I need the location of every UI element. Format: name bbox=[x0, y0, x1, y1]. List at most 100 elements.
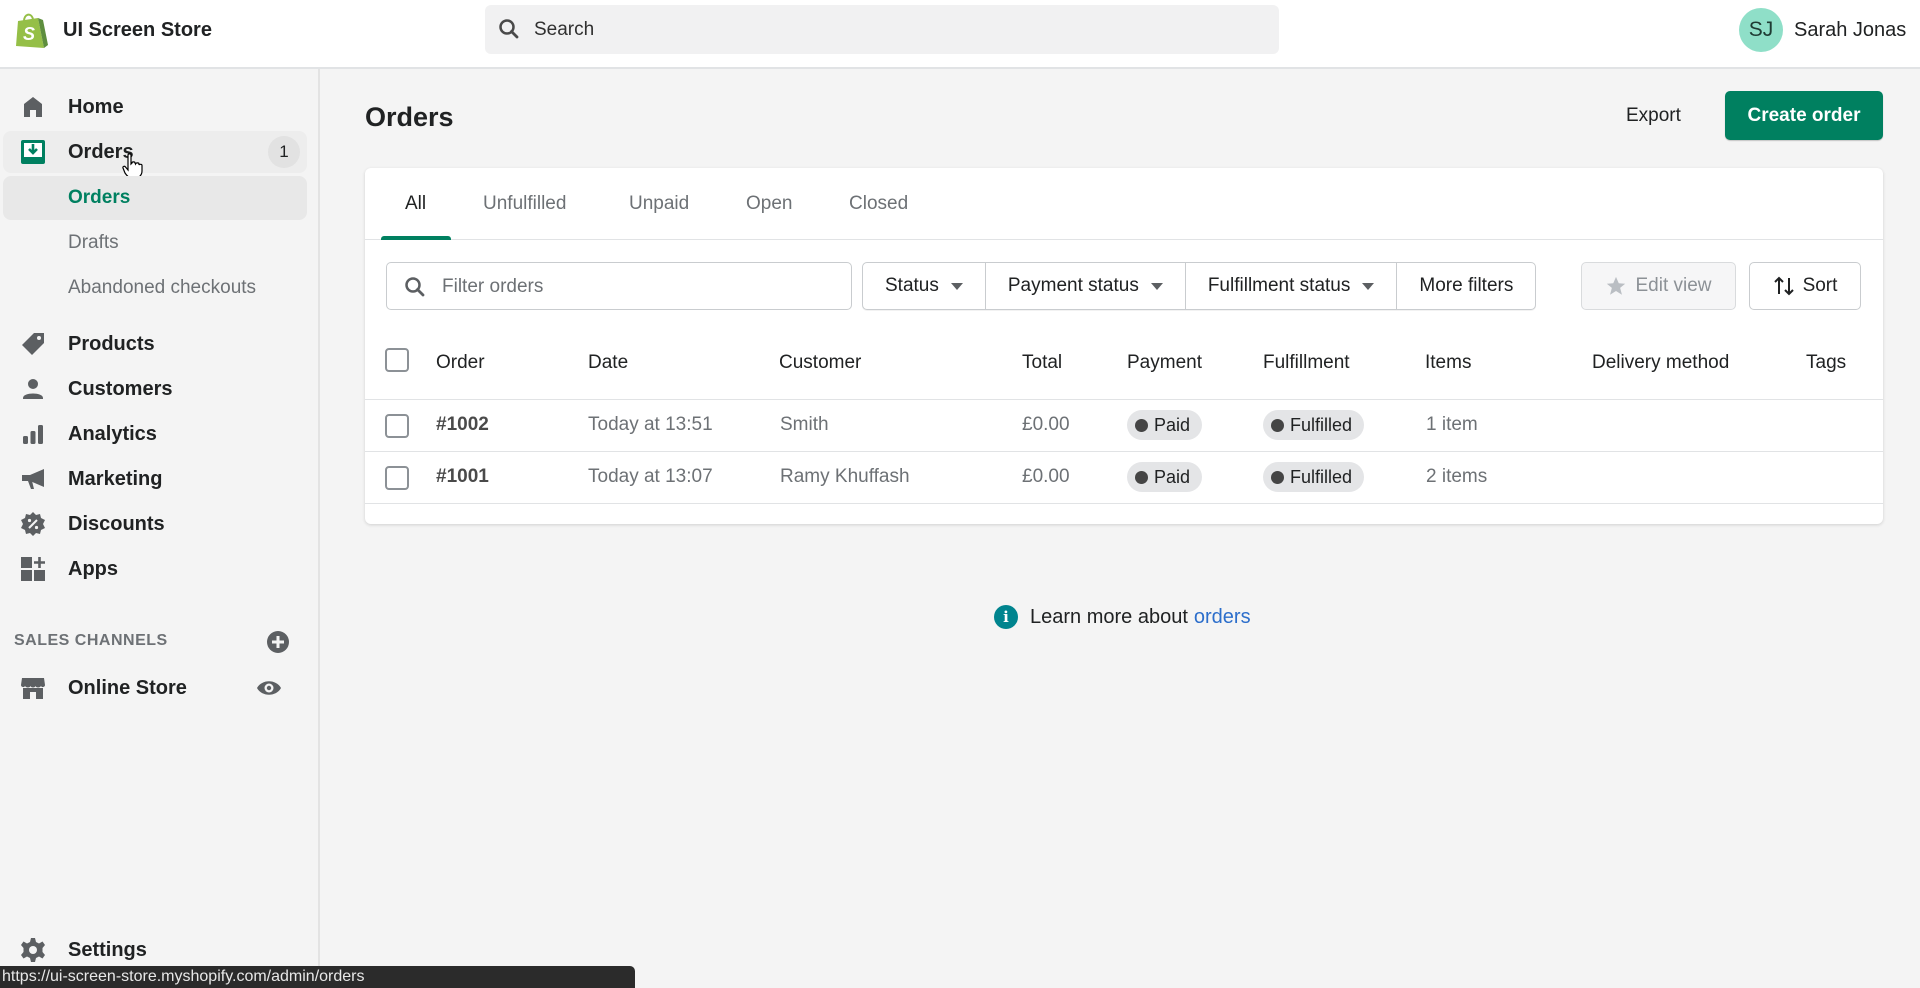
fulfillment-status-badge: Fulfilled bbox=[1263, 462, 1365, 492]
filter-orders-input[interactable]: Filter orders bbox=[386, 262, 852, 310]
payment-status-filter-button[interactable]: Payment status bbox=[986, 263, 1186, 309]
sidebar-item-discounts[interactable]: Discounts bbox=[0, 503, 310, 545]
sidebar-item-online-store[interactable]: Online Store bbox=[0, 667, 310, 709]
sidebar-item-settings[interactable]: Settings bbox=[0, 929, 310, 971]
more-filters-button[interactable]: More filters bbox=[1397, 263, 1535, 309]
sidebar-item-marketing[interactable]: Marketing bbox=[0, 458, 310, 500]
order-number[interactable]: #1002 bbox=[436, 414, 489, 436]
sidebar-item-label: Marketing bbox=[68, 467, 163, 490]
order-number[interactable]: #1001 bbox=[436, 466, 489, 488]
gear-icon bbox=[20, 937, 46, 963]
fulfillment-status-text: Fulfilled bbox=[1290, 414, 1353, 435]
order-total: £0.00 bbox=[1022, 466, 1070, 487]
caret-down-icon bbox=[1150, 282, 1163, 290]
search-placeholder: Search bbox=[534, 19, 595, 40]
filter-placeholder: Filter orders bbox=[442, 276, 544, 297]
row-checkbox[interactable] bbox=[385, 466, 409, 490]
edit-view-button[interactable]: Edit view bbox=[1581, 262, 1736, 310]
add-sales-channel-icon[interactable] bbox=[266, 630, 290, 654]
order-items[interactable]: 2 items bbox=[1426, 466, 1487, 488]
person-icon bbox=[20, 376, 46, 402]
page-title: Orders bbox=[365, 102, 454, 132]
sidebar-item-label: Home bbox=[68, 95, 124, 118]
fulfillment-status-filter-label: Fulfillment status bbox=[1207, 275, 1351, 296]
sort-button[interactable]: Sort bbox=[1749, 262, 1861, 310]
caret-down-icon bbox=[1362, 282, 1375, 290]
global-search-input[interactable]: Search bbox=[485, 5, 1279, 54]
user-name[interactable]: Sarah Jonas bbox=[1794, 19, 1906, 42]
payment-status-filter-label: Payment status bbox=[1007, 275, 1139, 296]
order-tabs: All Unfulfilled Unpaid Open Closed bbox=[365, 168, 1883, 240]
status-filter-label: Status bbox=[885, 275, 939, 296]
sidebar-item-label: Apps bbox=[68, 557, 118, 580]
sidebar-subitem-label: Drafts bbox=[68, 232, 119, 253]
status-filter-button[interactable]: Status bbox=[863, 263, 986, 309]
order-customer: Smith bbox=[780, 414, 829, 435]
status-dot-icon bbox=[1271, 418, 1284, 432]
star-icon bbox=[1607, 276, 1626, 295]
store-name[interactable]: UI Screen Store bbox=[63, 19, 212, 42]
sidebar-item-customers[interactable]: Customers bbox=[0, 368, 310, 410]
column-header-customer[interactable]: Customer bbox=[779, 352, 861, 374]
tab-all[interactable]: All bbox=[403, 168, 428, 240]
column-header-fulfillment[interactable]: Fulfillment bbox=[1263, 352, 1350, 374]
sidebar-subitem-label: Orders bbox=[68, 187, 131, 208]
order-items[interactable]: 1 item bbox=[1426, 414, 1478, 436]
sidebar-item-label: Settings bbox=[68, 938, 147, 961]
tag-icon bbox=[20, 331, 46, 357]
fulfillment-status-filter-button[interactable]: Fulfillment status bbox=[1186, 263, 1398, 309]
edit-view-label: Edit view bbox=[1635, 275, 1712, 296]
order-total: £0.00 bbox=[1022, 414, 1070, 435]
fulfillment-status-badge: Fulfilled bbox=[1263, 410, 1365, 440]
sidebar-item-products[interactable]: Products bbox=[0, 323, 310, 365]
sidebar-item-analytics[interactable]: Analytics bbox=[0, 413, 310, 455]
store-icon bbox=[20, 675, 46, 701]
learn-more-text: Learn more about bbox=[1030, 605, 1188, 628]
sidebar-subitem-orders[interactable]: Orders bbox=[3, 176, 307, 220]
tab-open[interactable]: Open bbox=[744, 168, 794, 240]
sidebar-item-label: Customers bbox=[68, 377, 173, 400]
export-button[interactable]: Export bbox=[1610, 93, 1697, 139]
view-store-eye-icon[interactable] bbox=[256, 678, 282, 698]
bar-chart-icon bbox=[20, 421, 46, 447]
column-header-date[interactable]: Date bbox=[588, 352, 628, 374]
sidebar-item-label: Products bbox=[68, 332, 155, 355]
filter-button-group: Status Payment status Fulfillment status… bbox=[862, 262, 1537, 310]
sidebar-item-apps[interactable]: Apps bbox=[0, 548, 310, 590]
column-header-order[interactable]: Order bbox=[436, 352, 485, 374]
column-header-total[interactable]: Total bbox=[1022, 352, 1062, 374]
column-header-delivery-method[interactable]: Delivery method bbox=[1592, 352, 1729, 374]
sidebar: Home Orders 1 Orders Drafts Abandoned ch… bbox=[0, 69, 320, 988]
orders-count-badge: 1 bbox=[268, 136, 300, 168]
search-icon bbox=[405, 277, 425, 297]
learn-more-orders-link[interactable]: orders bbox=[1194, 606, 1251, 629]
column-header-tags[interactable]: Tags bbox=[1806, 352, 1846, 374]
active-tab-indicator bbox=[381, 236, 451, 240]
tab-unfulfilled[interactable]: Unfulfilled bbox=[481, 168, 568, 240]
orders-table-header: Order Date Customer Total Payment Fulfil… bbox=[365, 326, 1883, 400]
select-all-checkbox[interactable] bbox=[385, 348, 409, 372]
payment-status-text: Paid bbox=[1154, 466, 1191, 487]
table-row[interactable]: #1001 Today at 13:07 Ramy Khuffash £0.00… bbox=[365, 452, 1883, 504]
info-icon: i bbox=[994, 605, 1018, 629]
tab-closed[interactable]: Closed bbox=[847, 168, 910, 240]
sidebar-item-orders[interactable]: Orders 1 bbox=[3, 131, 307, 173]
avatar[interactable]: SJ bbox=[1739, 8, 1783, 52]
sidebar-subitem-drafts[interactable]: Drafts bbox=[3, 221, 307, 265]
shopify-logo-icon[interactable]: S bbox=[14, 12, 48, 50]
orders-card: All Unfulfilled Unpaid Open Closed Filte… bbox=[365, 168, 1883, 524]
tab-unpaid[interactable]: Unpaid bbox=[627, 168, 691, 240]
row-checkbox[interactable] bbox=[385, 414, 409, 438]
column-header-payment[interactable]: Payment bbox=[1127, 352, 1202, 374]
sidebar-subitem-abandoned-checkouts[interactable]: Abandoned checkouts bbox=[3, 266, 307, 310]
column-header-items[interactable]: Items bbox=[1425, 352, 1471, 374]
create-order-button[interactable]: Create order bbox=[1725, 91, 1883, 140]
table-row[interactable]: #1002 Today at 13:51 Smith £0.00 Paid Fu… bbox=[365, 400, 1883, 452]
sidebar-item-label: Online Store bbox=[68, 676, 187, 699]
sidebar-item-home[interactable]: Home bbox=[0, 86, 310, 128]
payment-status-text: Paid bbox=[1154, 414, 1191, 435]
order-date: Today at 13:51 bbox=[588, 414, 713, 435]
caret-down-icon bbox=[950, 282, 963, 290]
sidebar-item-label: Analytics bbox=[68, 422, 157, 445]
apps-icon bbox=[20, 556, 46, 582]
